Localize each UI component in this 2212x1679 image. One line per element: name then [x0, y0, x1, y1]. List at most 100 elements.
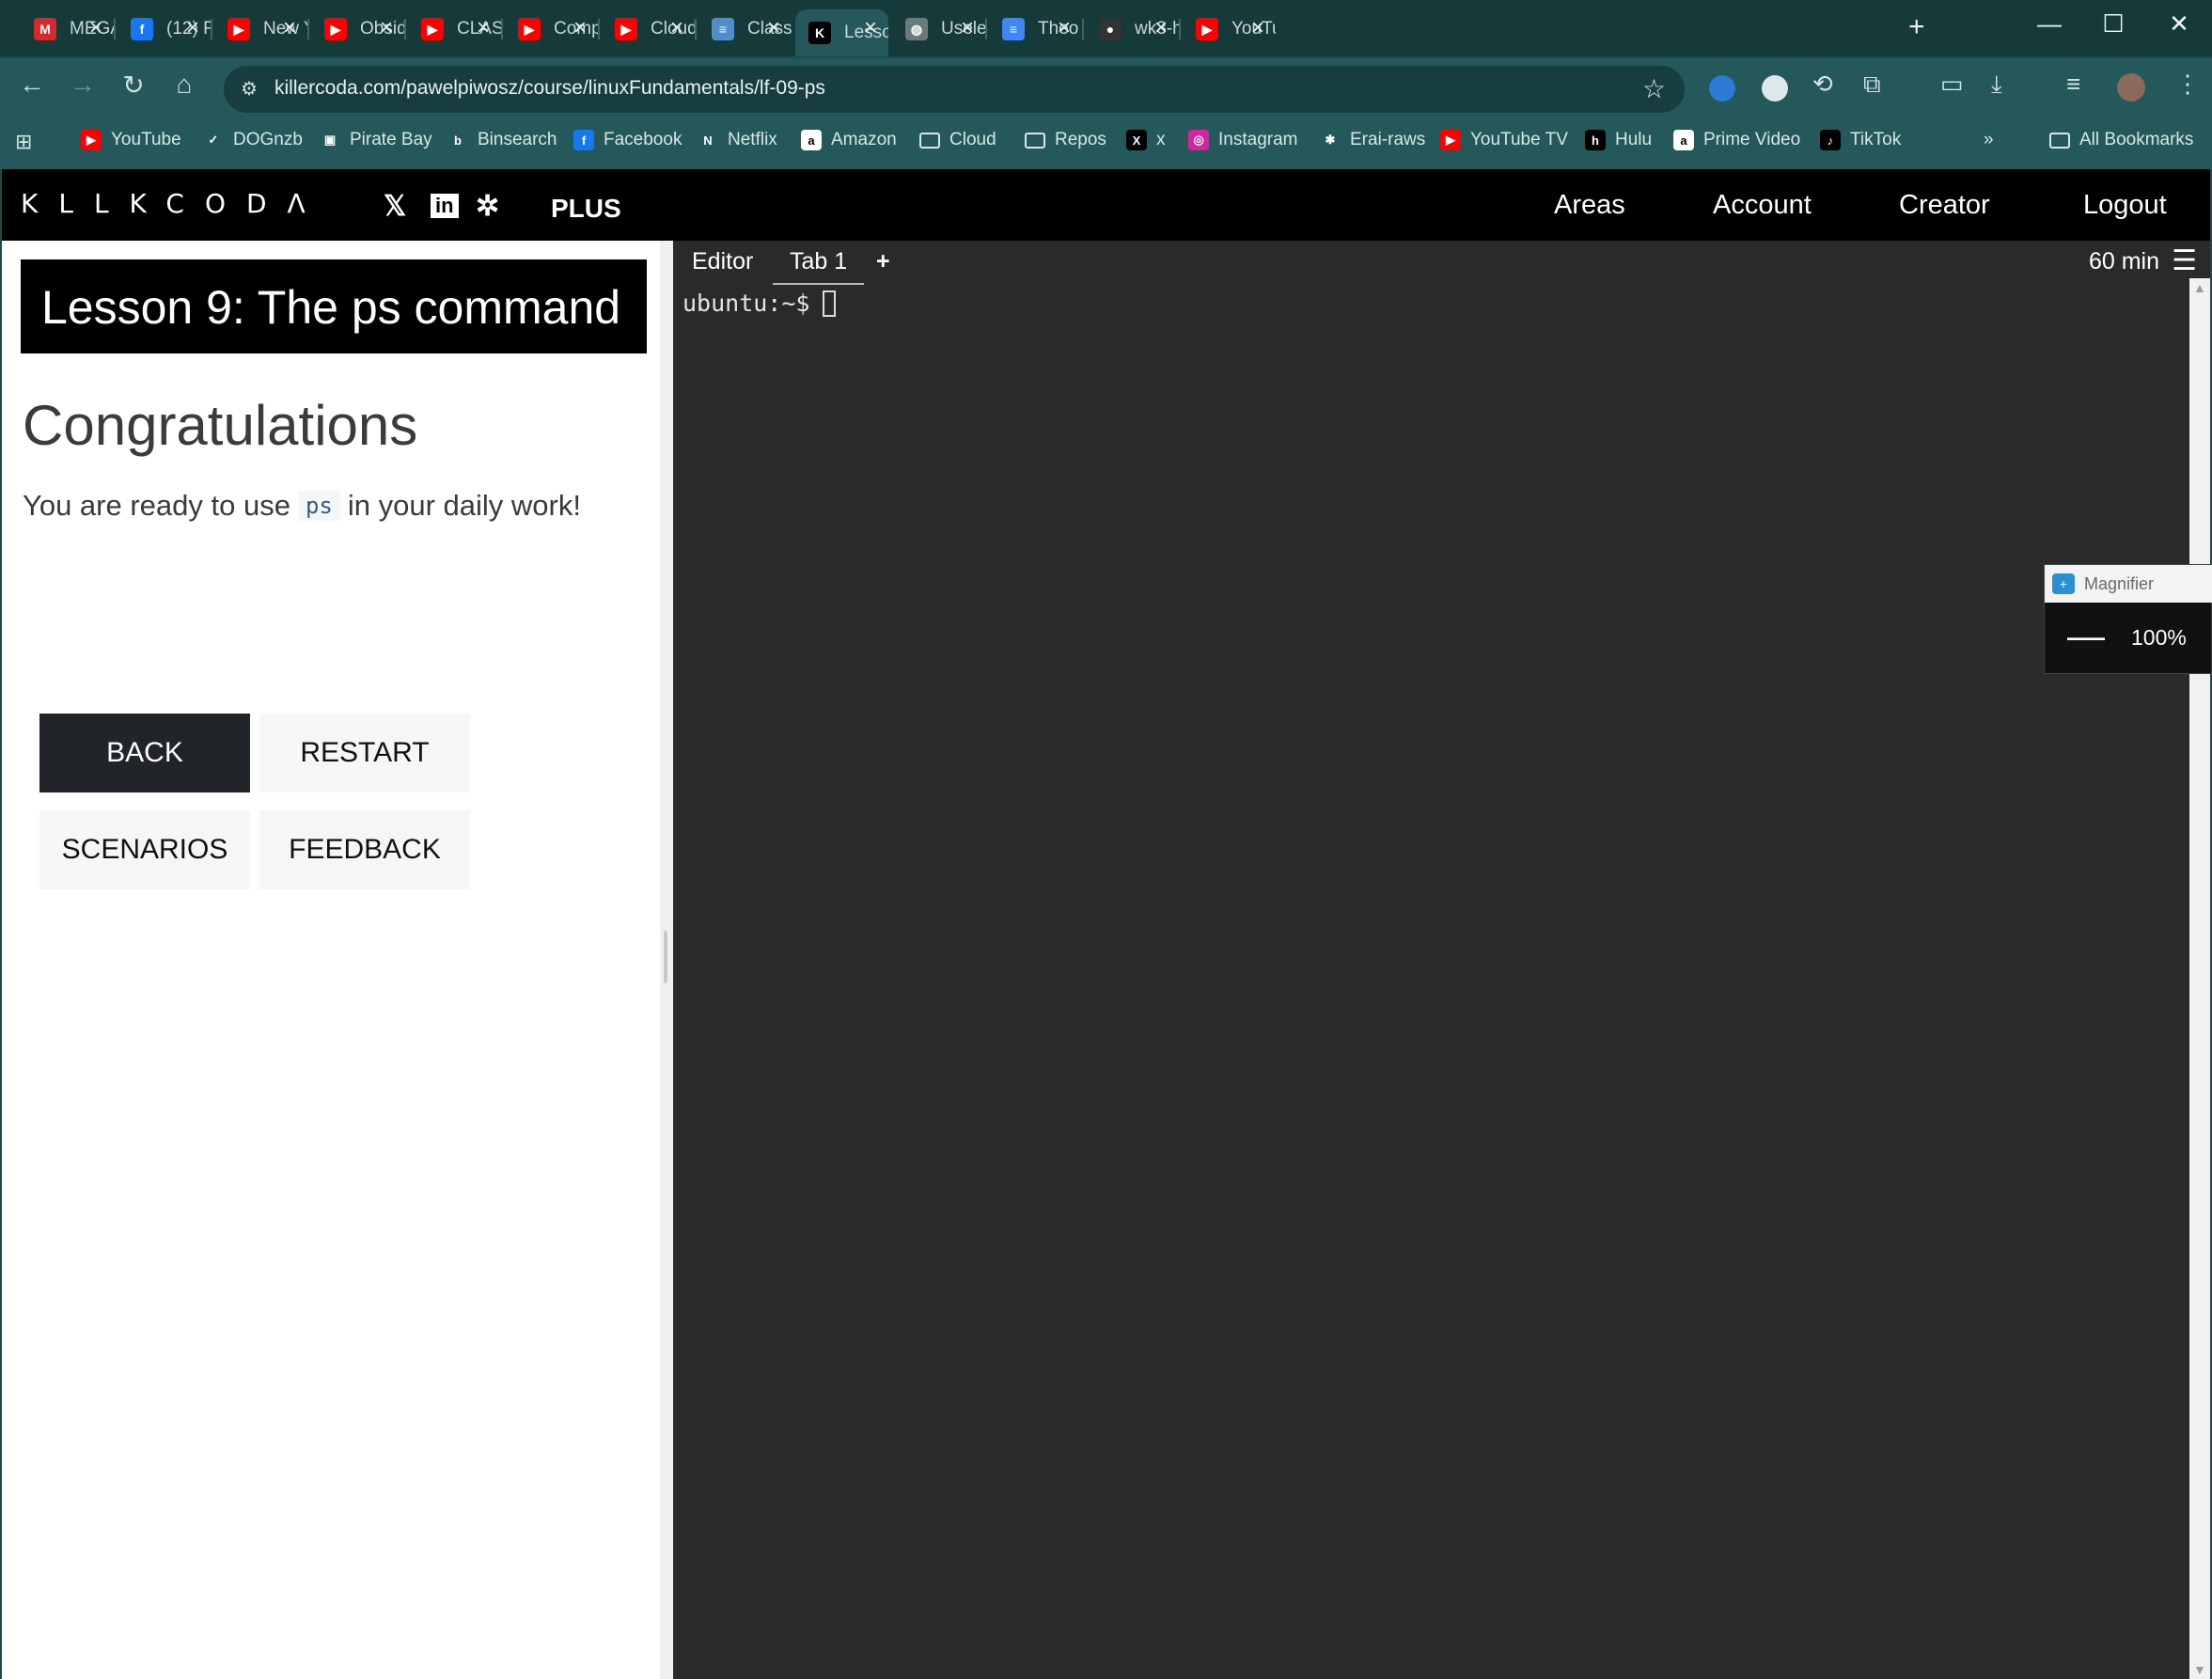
browser-tab[interactable]: ▶ Obsid × — [311, 9, 404, 49]
tab-close-icon[interactable]: × — [477, 15, 490, 41]
media-control-icon[interactable]: ≡ — [2066, 70, 2080, 99]
bookmark-item[interactable]: ▶ YouTube — [81, 130, 181, 150]
scroll-up-arrow-icon[interactable]: ▲ — [2193, 280, 2206, 295]
all-bookmarks-folder[interactable]: All Bookmarks — [2049, 130, 2193, 150]
bookmark-item[interactable]: h Hulu — [1585, 130, 1652, 150]
folder-icon — [2049, 132, 2070, 149]
url-text[interactable]: killercoda.com/pawelpiwosz/course/linuxF… — [275, 77, 825, 100]
tab-close-icon[interactable]: × — [767, 15, 780, 41]
magnifier-window[interactable]: + Magnifier — 100% — [2044, 564, 2212, 674]
nav-logout[interactable]: Logout — [2083, 190, 2167, 221]
nav-areas[interactable]: Areas — [1554, 190, 1625, 221]
linkedin-icon[interactable]: in — [431, 194, 459, 218]
pirate-bay-icon: ▣ — [320, 130, 340, 150]
tab-close-icon[interactable]: × — [186, 15, 199, 41]
browser-tab[interactable]: ▶ Cloud × — [602, 9, 695, 49]
browser-tab[interactable]: ▶New Y× — [214, 9, 307, 49]
tab-separator — [1179, 19, 1181, 39]
bookmark-star-icon[interactable]: ☆ — [1642, 73, 1666, 104]
tab-close-icon[interactable]: × — [89, 15, 102, 41]
bookmark-item[interactable]: ◎ Instagram — [1188, 130, 1297, 150]
home-icon[interactable]: ⌂ — [165, 70, 203, 100]
tab-close-icon[interactable]: × — [573, 15, 587, 41]
nav-account[interactable]: Account — [1713, 190, 1812, 221]
terminal-scrollbar[interactable]: ▲ ▼ — [2189, 278, 2210, 1679]
profile-avatar[interactable] — [2117, 73, 2145, 102]
reload-icon[interactable]: ↻ — [115, 70, 152, 101]
bookmark-label: Repos — [1055, 130, 1106, 149]
tab-close-icon[interactable]: × — [1251, 15, 1264, 41]
browser-tab[interactable]: ◍Useles× — [892, 9, 985, 49]
browser-tab[interactable]: ≡ Class × — [698, 9, 792, 49]
zoom-out-button[interactable]: — — [2067, 618, 2105, 655]
more-menu-icon[interactable]: ⋮ — [2175, 70, 2200, 99]
ready-message: You are ready to use ps in your daily wo… — [23, 489, 581, 523]
slack-icon[interactable]: ✲ — [476, 190, 499, 223]
bookmark-item[interactable]: f Facebook — [573, 130, 682, 150]
cast-icon[interactable]: ▭ — [1940, 70, 1964, 99]
download-icon[interactable]: ⤓ — [1991, 70, 2002, 100]
plus-link[interactable]: PLUS — [551, 194, 621, 224]
browser-tab[interactable]: ▶ Comp × — [505, 9, 598, 49]
browser-tab[interactable]: f(12) Fa× — [118, 9, 211, 49]
bookmark-item[interactable]: ✱ Erai-raws — [1320, 130, 1425, 150]
bookmark-item[interactable]: a Prime Video — [1673, 130, 1800, 150]
killercoda-logo[interactable]: KLLKCODΛ — [21, 188, 326, 219]
site-info-icon[interactable]: ⚙ — [237, 77, 261, 102]
youtube-icon: ▶ — [81, 130, 102, 150]
bookmark-item[interactable]: ▣ Pirate Bay — [320, 130, 432, 150]
tab-terminal-1[interactable]: Tab 1 — [773, 248, 865, 285]
address-bar[interactable]: ⚙ killercoda.com/pawelpiwosz/course/linu… — [224, 66, 1685, 113]
minimize-icon[interactable]: — — [2031, 9, 2068, 39]
bookmark-item[interactable]: Xx — [1126, 130, 1166, 150]
forward-arrow-icon[interactable]: → — [64, 70, 102, 100]
x-social-icon[interactable]: 𝕏 — [384, 190, 406, 223]
tab-close-icon[interactable]: × — [670, 15, 683, 41]
bookmark-item[interactable]: N Netflix — [698, 130, 777, 150]
scroll-down-arrow-icon[interactable]: ▼ — [2193, 1662, 2206, 1677]
close-window-icon[interactable]: ✕ — [2160, 9, 2198, 39]
browser-tab[interactable]: MMEGA× — [21, 9, 114, 49]
bookmark-item[interactable]: ✓ DOGnzb — [203, 130, 303, 150]
extensions-puzzle-icon[interactable]: ⧉ — [1863, 70, 1881, 100]
back-arrow-icon[interactable]: ← — [13, 70, 51, 100]
tab-close-icon[interactable]: × — [380, 15, 393, 41]
sync-icon[interactable]: ⟲ — [1812, 70, 1833, 99]
tab-close-icon[interactable]: × — [1154, 15, 1168, 41]
bookmark-item[interactable]: b Binsearch — [447, 130, 557, 150]
resize-grip[interactable] — [664, 931, 667, 983]
apps-grid-icon[interactable]: ⊞ — [15, 130, 32, 154]
terminal-prompt[interactable]: ubuntu:~$ — [682, 290, 837, 317]
back-button[interactable]: BACK — [39, 714, 250, 792]
browser-window: MMEGA×f(12) Fa×▶New Y×▶Obsid×▶CLASS×▶Com… — [0, 0, 2212, 1679]
maximize-icon[interactable]: ☐ — [2094, 9, 2132, 39]
restart-button[interactable]: RESTART — [259, 714, 470, 792]
tab-close-icon[interactable]: × — [1058, 15, 1071, 41]
browser-tab[interactable]: ▶CLASS× — [408, 9, 501, 49]
browser-tab[interactable]: ● wk3-h × — [1086, 9, 1179, 49]
tab-close-icon[interactable]: × — [961, 15, 974, 41]
tab-close-icon[interactable]: × — [283, 15, 296, 41]
extension-blue-icon[interactable] — [1709, 75, 1735, 102]
add-tab-button[interactable]: + — [876, 248, 890, 275]
hamburger-menu-icon[interactable]: ☰ — [2172, 244, 2197, 277]
bookmark-item[interactable]: ▶ YouTube TV — [1440, 130, 1568, 150]
tab-editor[interactable]: Editor — [692, 248, 753, 275]
bookmark-item[interactable]: Cloud — [919, 130, 996, 150]
terminal-pane[interactable]: Editor Tab 1 + 60 min ☰ ubuntu:~$ ▲ ▼ — [673, 241, 2210, 1679]
browser-tab[interactable]: ≡ Theo × — [989, 9, 1082, 49]
bookmark-item[interactable]: ♪ TikTok — [1820, 130, 1901, 150]
feedback-button[interactable]: FEEDBACK — [259, 810, 470, 889]
magnifier-titlebar[interactable]: + Magnifier — [2045, 565, 2212, 603]
more-bookmarks-chevron-icon[interactable]: » — [1984, 130, 1994, 150]
pane-resize-handle[interactable] — [660, 241, 673, 1679]
scenarios-button[interactable]: SCENARIOS — [39, 810, 250, 889]
bookmark-item[interactable]: a Amazon — [801, 130, 897, 150]
nav-creator[interactable]: Creator — [1899, 190, 1990, 221]
new-tab-button[interactable]: + — [1908, 11, 1925, 43]
bookmark-item[interactable]: Repos — [1025, 130, 1106, 150]
browser-tab[interactable]: KLessor× — [795, 9, 888, 56]
browser-tab[interactable]: ▶YouTu× — [1183, 9, 1276, 49]
tab-close-icon[interactable]: × — [864, 15, 877, 41]
extension-cloud-icon[interactable] — [1762, 75, 1788, 102]
